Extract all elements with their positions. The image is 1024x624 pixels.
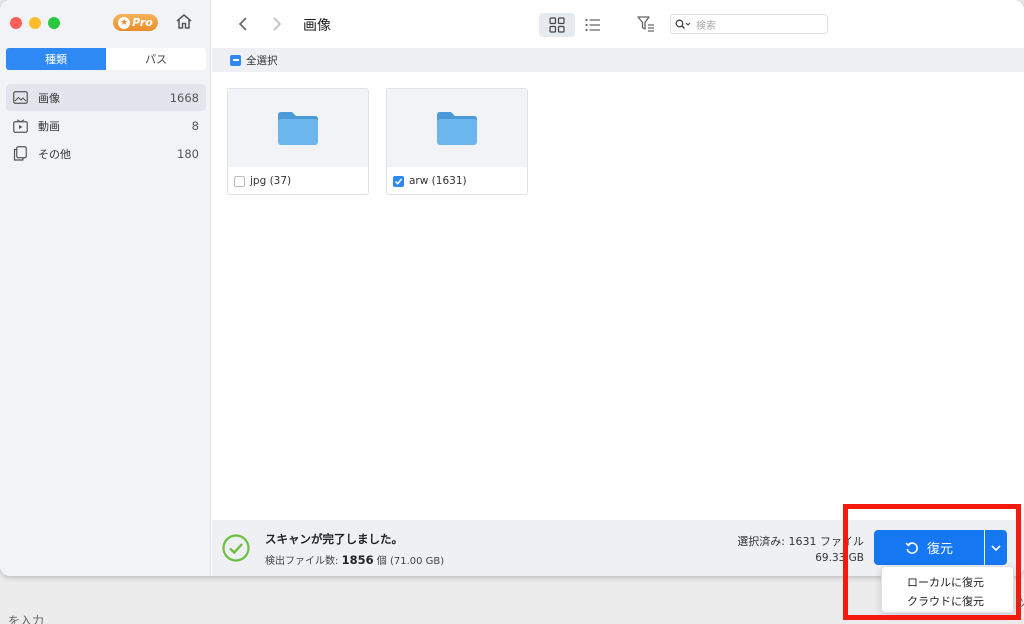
segment-type[interactable]: 種類 [6,48,106,70]
folder-card-arw[interactable]: arw (1631) [386,88,528,195]
select-all-label[interactable]: 全選択 [246,53,278,68]
background-text-right: ツ [1016,596,1024,610]
folder-thumbnail [387,89,527,167]
app-window: ★ Pro 種類 パス 画像 1668 動画 8 その他 180 画像 検索 全… [0,0,1024,576]
view-mode-segment: 種類 パス [6,48,206,70]
folder-card-jpg[interactable]: jpg (37) [227,88,369,195]
found-count: 1856 [341,553,374,567]
grid-icon [549,17,565,33]
zoom-window-button[interactable] [48,17,60,29]
category-item-videos[interactable]: 動画 8 [6,112,206,139]
grid-view-button[interactable] [539,13,575,37]
pro-badge[interactable]: ★ Pro [113,14,158,31]
filter-icon [637,16,654,32]
category-label: 動画 [38,119,60,133]
search-icon [675,19,692,30]
folder-checkbox[interactable] [234,175,245,187]
minimize-window-button[interactable] [29,17,41,29]
window-controls [10,17,60,29]
image-icon [12,90,28,106]
select-all-bar: 全選択 [212,48,1024,72]
select-all-checkbox[interactable] [230,54,241,66]
check-circle-icon [222,534,250,562]
folder-label: arw (1631) [409,175,467,187]
category-count: 180 [177,146,199,161]
forward-button[interactable] [268,14,286,34]
category-count: 1668 [169,90,199,105]
chevron-right-icon [273,17,282,31]
folder-label: jpg (37) [250,175,292,187]
category-list: 画像 1668 動画 8 その他 180 [6,84,206,168]
scan-status-detail: 検出ファイル数: 1856 個 (71.00 GB) [265,552,444,567]
search-input[interactable]: 検索 [670,14,828,34]
page-title: 画像 [303,18,331,34]
folder-caption: arw (1631) [387,167,527,194]
filter-button[interactable] [636,14,656,34]
home-icon [176,14,192,29]
category-label: その他 [38,147,71,161]
back-button[interactable] [234,14,252,34]
category-item-other[interactable]: その他 180 [6,140,206,167]
list-icon [585,18,600,32]
checkmark-icon [394,178,403,185]
other-files-icon [12,146,28,162]
folder-checkbox[interactable] [393,175,404,187]
background-text: を入力 [8,614,45,624]
file-grid: jpg (37) arw (1631) [212,72,1024,520]
highlight-box [843,504,1021,620]
folder-icon [278,112,318,145]
search-placeholder: 検索 [696,20,716,32]
home-button[interactable] [174,12,194,32]
video-icon [12,118,28,134]
chevron-left-icon [238,17,247,31]
found-prefix: 検出ファイル数: [265,556,339,567]
folder-icon [437,112,477,145]
toolbar: 画像 検索 [212,0,1024,48]
folder-thumbnail [228,89,368,167]
category-count: 8 [191,118,199,133]
scan-status-title: スキャンが完了しました。 [265,532,403,546]
folder-caption: jpg (37) [228,167,368,194]
segment-path[interactable]: パス [106,48,206,70]
sidebar: ★ Pro 種類 パス 画像 1668 動画 8 その他 180 [0,0,211,576]
close-window-button[interactable] [10,17,22,29]
category-label: 画像 [38,91,60,105]
category-item-images[interactable]: 画像 1668 [6,84,206,111]
pro-label: Pro [132,16,153,29]
list-view-button[interactable] [581,13,605,37]
star-icon: ★ [118,16,131,29]
found-suffix: 個 (71.00 GB) [376,556,445,567]
